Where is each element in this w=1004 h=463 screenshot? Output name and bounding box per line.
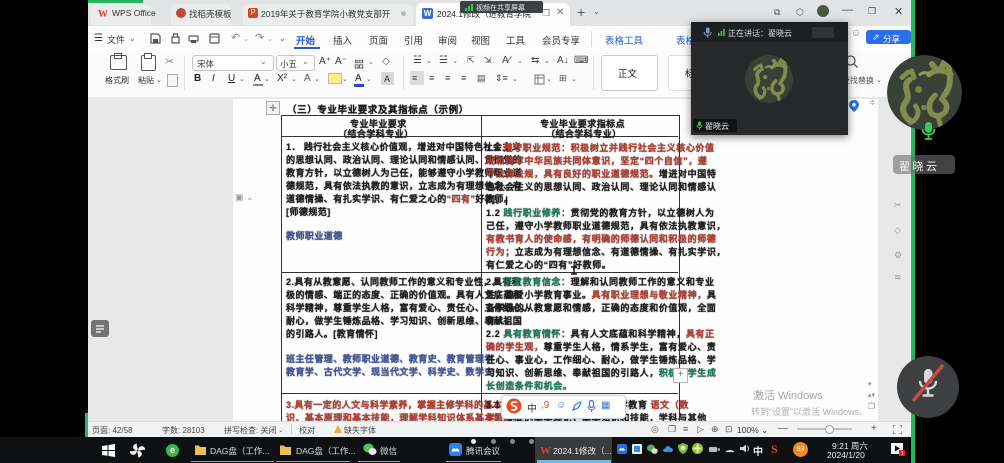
svg-text:W: W	[98, 9, 108, 18]
svg-text:S: S	[771, 443, 778, 455]
svg-text:W: W	[540, 445, 551, 455]
svg-text:1: 1	[901, 451, 904, 456]
